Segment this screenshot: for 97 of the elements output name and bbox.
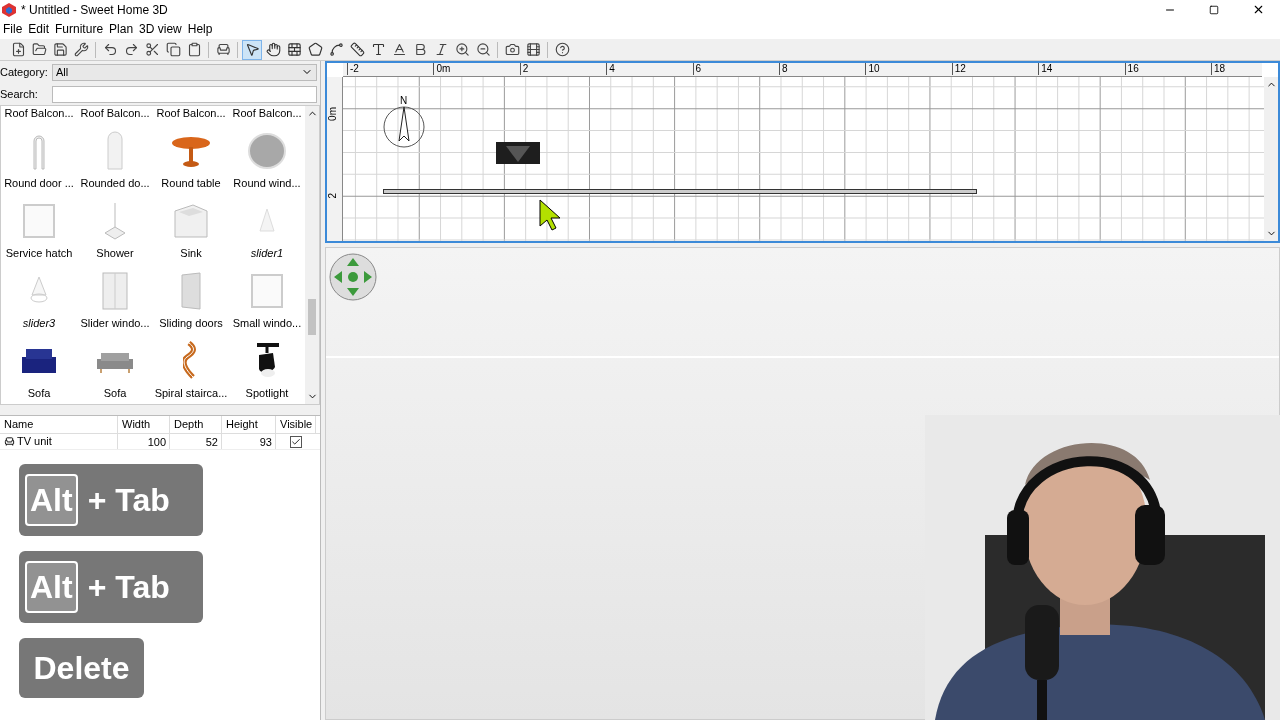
key-combo-text: + Tab: [87, 568, 170, 607]
catalog-item-label[interactable]: Service hatch: [5, 244, 73, 261]
ruler-label: 0m: [328, 107, 339, 121]
ruler-label: 16: [1124, 63, 1139, 75]
camera-icon: [504, 42, 520, 57]
category-label: Category:: [0, 64, 48, 80]
redo-icon: [123, 42, 139, 57]
pointer-icon: [244, 42, 260, 57]
catalog-item-label[interactable]: Sofa: [27, 384, 51, 401]
menu-item[interactable]: Edit: [25, 20, 53, 38]
cut-icon: [144, 42, 160, 57]
ruler-label: 18: [1211, 63, 1226, 75]
ruler-label: 2: [328, 193, 339, 199]
catalog-item-label[interactable]: Roof Balcon...: [232, 104, 302, 121]
search-field[interactable]: [52, 85, 317, 103]
add-furniture-icon: [215, 42, 231, 57]
catalog-item-label[interactable]: Round door ...: [4, 174, 74, 191]
undo-icon: [102, 42, 118, 57]
scrollbar[interactable]: [305, 106, 319, 404]
italic-icon: [433, 42, 449, 57]
catalog-item-label[interactable]: Shower: [96, 244, 134, 261]
catalog-item-label[interactable]: Round wind...: [233, 174, 301, 191]
app-logo-icon: [2, 2, 16, 17]
copy-icon: [165, 42, 181, 57]
menu-item[interactable]: 3D view: [136, 20, 185, 38]
new-file-icon: [10, 42, 26, 57]
catalog-item-label[interactable]: Sink: [180, 244, 202, 261]
menu-item[interactable]: Furniture: [52, 20, 107, 38]
wall-icon: [286, 42, 302, 57]
scrollbar[interactable]: [1264, 77, 1278, 241]
scrollbar-thumb[interactable]: [308, 299, 316, 335]
catalog-item-label[interactable]: Spotlight: [245, 384, 289, 401]
catalog-item-label[interactable]: Sliding doors: [159, 314, 223, 331]
furniture-piece: [496, 142, 540, 164]
catalog-item-label[interactable]: Roof Balcon...: [156, 104, 226, 121]
ruler-label: 10: [865, 63, 880, 75]
maximize-icon: [1209, 4, 1219, 15]
round-window-icon: [247, 130, 287, 171]
key-hint: Delete: [19, 638, 144, 698]
help-icon: [554, 42, 570, 57]
table-cell-text: TV unit: [17, 434, 52, 450]
paste-icon: [186, 42, 202, 57]
ruler-label: -2: [347, 63, 359, 75]
table-cell: 100: [118, 434, 170, 449]
save-icon: [52, 42, 68, 57]
zoom-in-icon: [454, 42, 470, 57]
ruler-label: 2: [519, 63, 529, 75]
text-icon: [370, 42, 386, 57]
ruler-label: 0m: [433, 63, 451, 75]
search-label: Search:: [0, 86, 39, 102]
catalog-item-label[interactable]: Roof Balcon...: [4, 104, 74, 121]
furniture-icon: [4, 436, 15, 447]
category-dropdown[interactable]: All: [52, 63, 317, 81]
catalog-item-label[interactable]: Spiral stairca...: [154, 384, 228, 401]
catalog-item-label[interactable]: Small windo...: [232, 314, 302, 331]
column-header[interactable]: Name: [0, 416, 118, 433]
window-title: * Untitled - Sweet Home 3D: [21, 1, 168, 19]
key-combo-text: + Tab: [87, 481, 170, 520]
visible-checkbox[interactable]: [290, 435, 302, 448]
catalog-item-label[interactable]: Sofa: [103, 384, 127, 401]
key-cap: Alt: [25, 561, 78, 613]
key-cap: Alt: [25, 474, 78, 526]
open-folder-icon: [31, 42, 47, 57]
tools-icon: [73, 42, 89, 57]
ruler-icon: [349, 42, 365, 57]
zoom-out-icon: [475, 42, 491, 57]
catalog-item-label[interactable]: Round table: [161, 174, 221, 191]
film-icon: [525, 42, 541, 57]
catalog-item-label[interactable]: Slider windo...: [80, 314, 150, 331]
catalog-item-label[interactable]: Roof Balcon...: [80, 104, 150, 121]
catalog-item-label[interactable]: slider3: [22, 314, 56, 331]
curve-icon: [328, 42, 344, 57]
menu-item[interactable]: Help: [184, 20, 216, 38]
catalog-item-label[interactable]: slider1: [250, 244, 284, 261]
table-cell: 93: [222, 434, 276, 449]
hand-icon: [265, 42, 281, 57]
polygon-icon: [307, 42, 323, 57]
table-cell: 52: [170, 434, 222, 449]
ruler-label: 12: [951, 63, 966, 75]
menu-item[interactable]: Plan: [106, 20, 137, 38]
check-icon: [291, 436, 301, 447]
ruler-label: 8: [779, 63, 788, 75]
column-header[interactable]: Height: [222, 416, 276, 433]
column-header[interactable]: Depth: [170, 416, 222, 433]
compass-label: N: [400, 96, 408, 106]
column-header[interactable]: Width: [118, 416, 170, 433]
stairs-icon: [183, 340, 199, 381]
cursor-icon: [539, 199, 563, 231]
column-header[interactable]: Visible: [276, 416, 316, 433]
navigation-arrows-icon: [328, 252, 378, 302]
text-style-icon: [391, 42, 407, 57]
ruler-label: 6: [692, 63, 702, 75]
plan-mode-button[interactable]: [242, 39, 262, 60]
catalog-item-label[interactable]: Rounded do...: [80, 174, 150, 191]
ruler-label: 4: [606, 63, 615, 75]
menu-item[interactable]: File: [0, 20, 26, 38]
ruler-label: 14: [1038, 63, 1053, 75]
